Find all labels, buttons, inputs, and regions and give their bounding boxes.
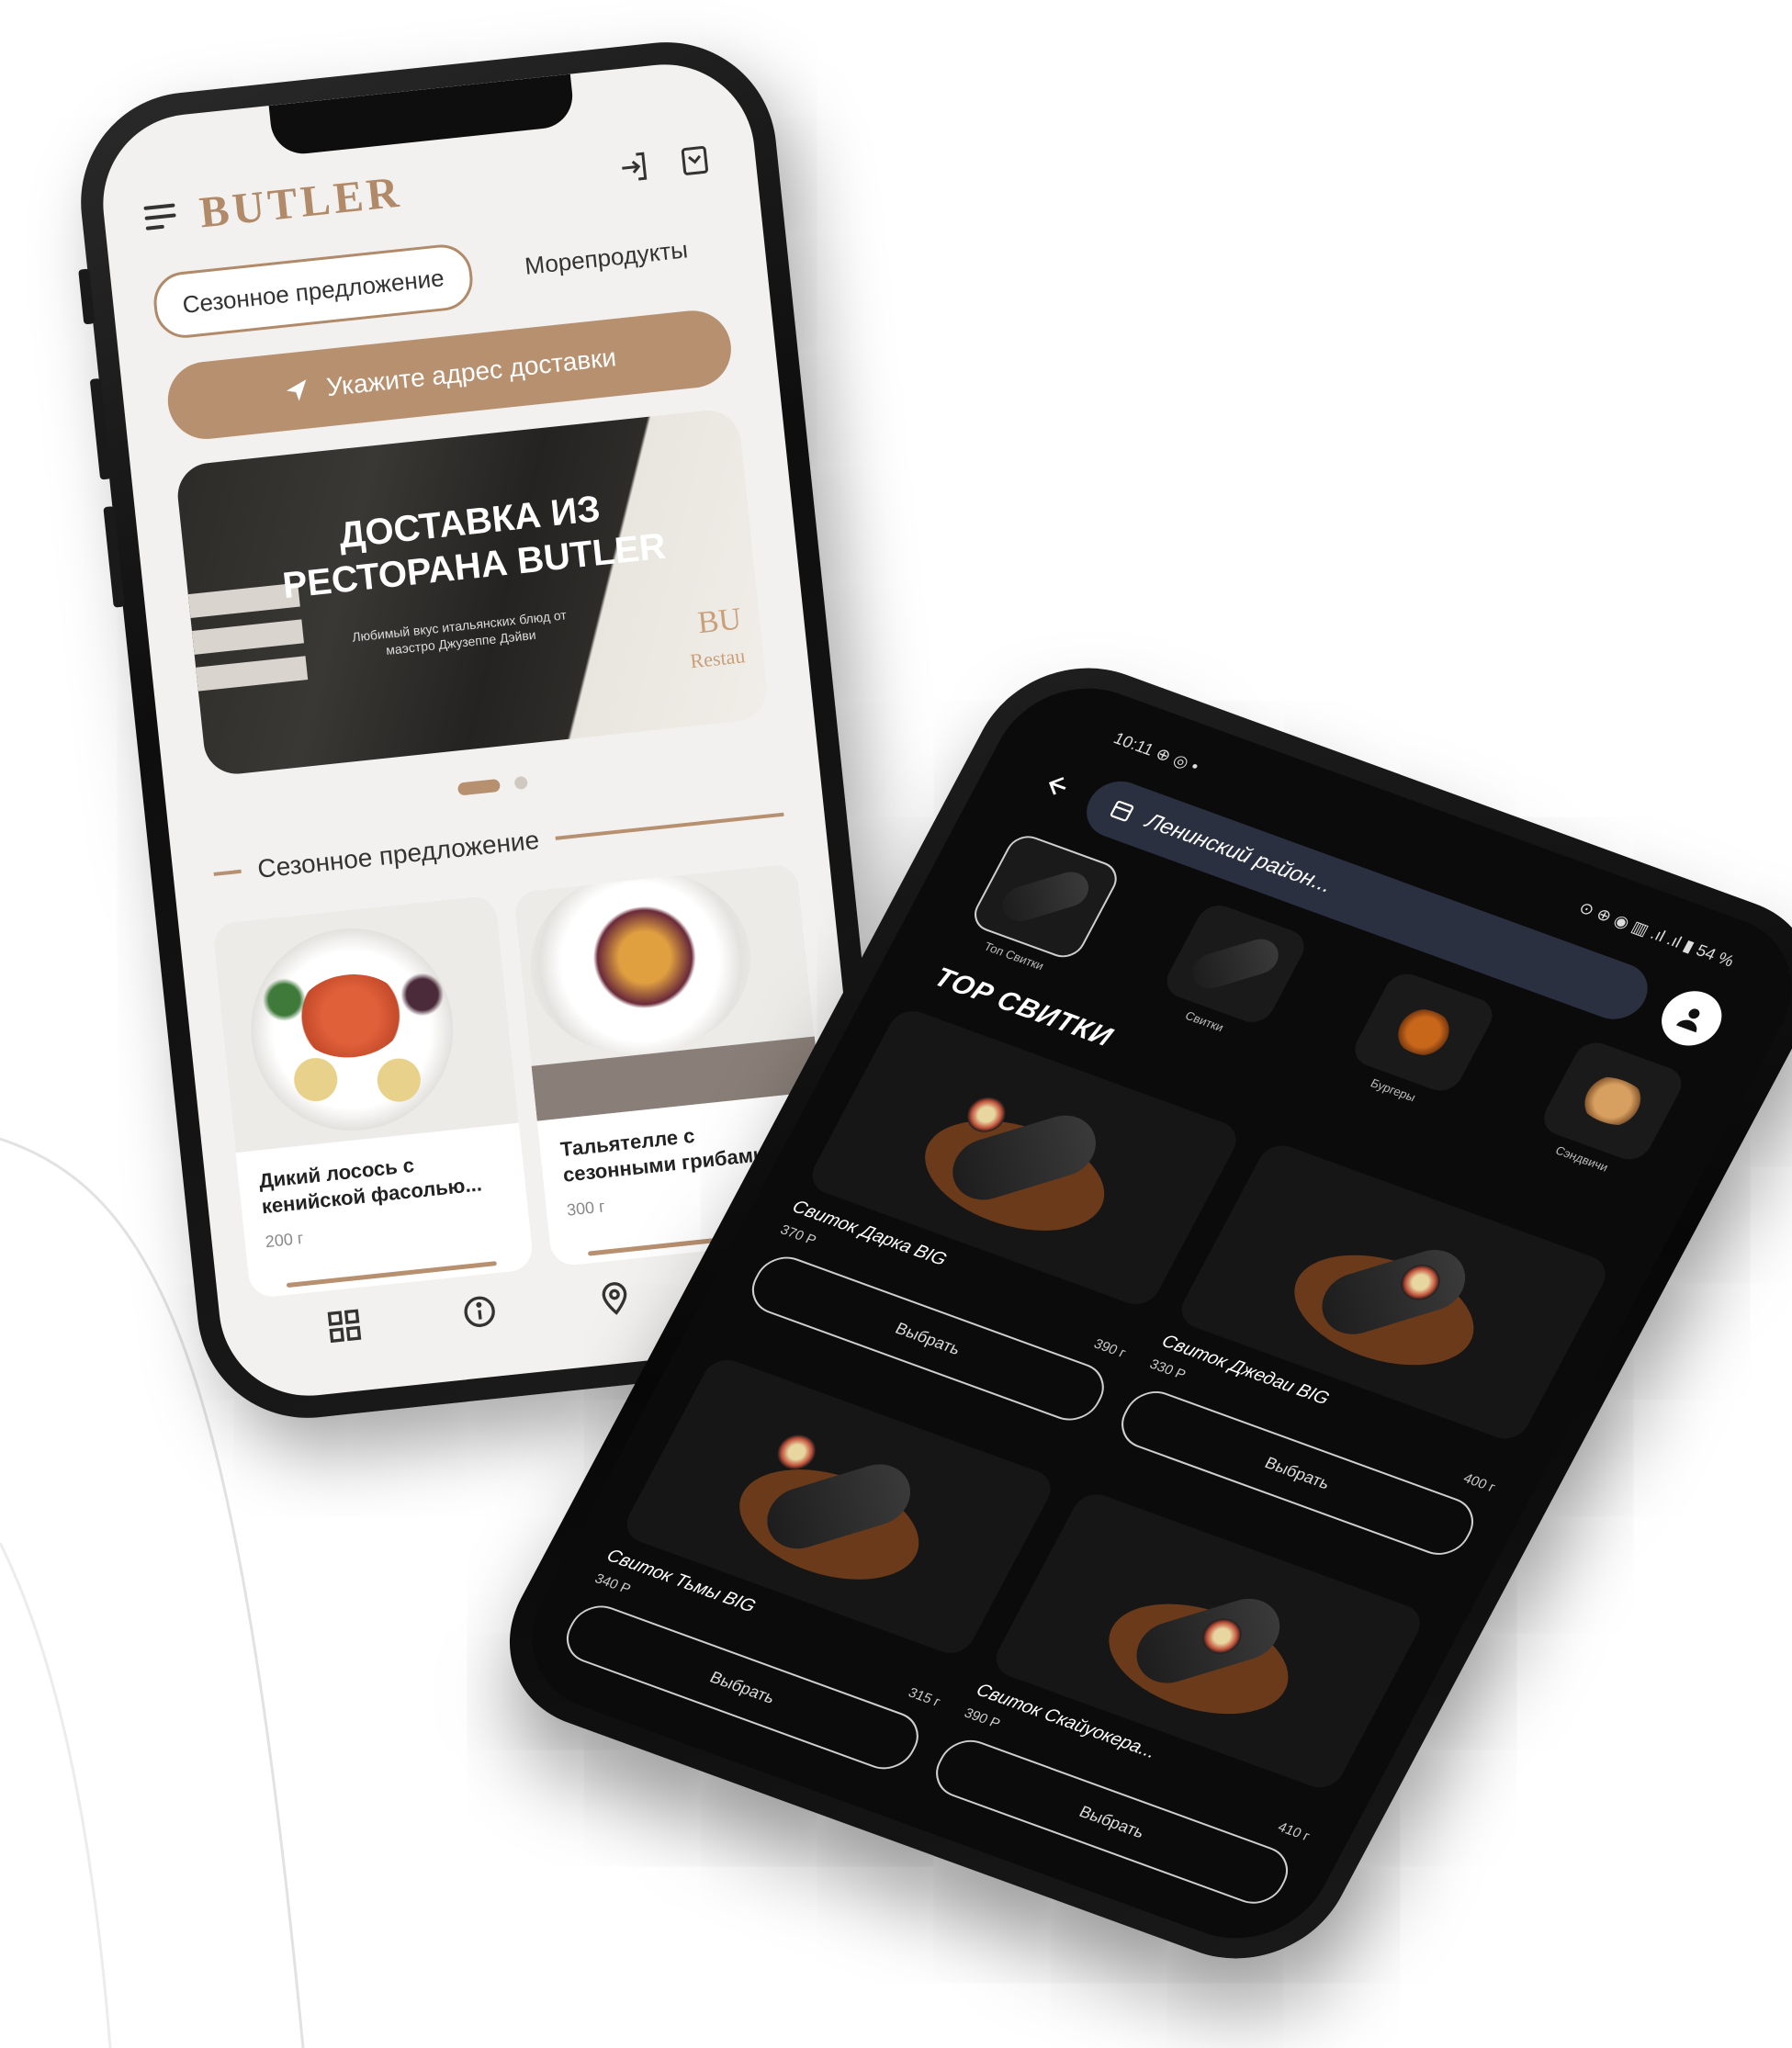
- banner-logo: BU Restau: [684, 602, 747, 681]
- banner-logo-sub: Restau: [689, 644, 747, 673]
- product-weight: 390 г: [1090, 1335, 1129, 1361]
- banner-logo-text: BU: [695, 602, 743, 641]
- product-weight: 315 г: [906, 1684, 943, 1710]
- address-button-label: Укажите адрес доставки: [324, 343, 618, 402]
- delivery-icon: [1110, 801, 1134, 822]
- location-pin-icon[interactable]: [594, 1277, 635, 1322]
- divider: [555, 812, 784, 840]
- category-item[interactable]: Сэндвичи: [1512, 1032, 1701, 1191]
- product-weight: 400 г: [1460, 1470, 1498, 1496]
- login-icon[interactable]: [613, 145, 657, 189]
- product-weight: 200 г: [264, 1228, 305, 1252]
- banner-decor: [196, 656, 309, 692]
- product-price: 390 Р: [961, 1705, 1003, 1732]
- product-price: 340 Р: [592, 1570, 634, 1598]
- product-weight: 410 г: [1275, 1819, 1313, 1845]
- banner-decor: [191, 619, 305, 655]
- product-weight: 300 г: [566, 1197, 606, 1220]
- menu-grid-icon[interactable]: [324, 1305, 365, 1350]
- menu-icon[interactable]: [143, 203, 177, 231]
- table-surface: [531, 1036, 821, 1121]
- banner-subtitle: Любимый вкус итальянских блюд от маэстро…: [351, 607, 568, 658]
- carousel-dot-active[interactable]: [456, 778, 502, 796]
- category-item[interactable]: Свитки: [1134, 895, 1324, 1054]
- info-icon[interactable]: [459, 1291, 500, 1336]
- back-arrow-icon[interactable]: [1031, 765, 1077, 807]
- product-price: 330 Р: [1146, 1356, 1189, 1383]
- product-price: 370 Р: [777, 1221, 819, 1249]
- carousel-dot[interactable]: [513, 775, 528, 791]
- profile-avatar[interactable]: [1651, 983, 1732, 1054]
- product-image: [513, 862, 821, 1121]
- category-item[interactable]: Топ Свитки: [946, 827, 1135, 985]
- divider: [213, 869, 242, 876]
- banner-title: ДОСТАВКА ИЗ РЕСТОРАНА BUTLER: [280, 488, 668, 607]
- logo[interactable]: BUTLER: [197, 166, 405, 238]
- promo-banner[interactable]: ДОСТАВКА ИЗ РЕСТОРАНА BUTLER Любимый вку…: [175, 407, 771, 778]
- section-title: Сезонное предложение: [255, 825, 541, 883]
- product-image: [211, 895, 519, 1153]
- cart-icon[interactable]: [672, 139, 716, 183]
- category-item[interactable]: Бургеры: [1324, 963, 1513, 1122]
- phone-notch: [268, 73, 576, 157]
- user-icon: [1676, 1008, 1700, 1033]
- navigation-arrow-icon: [286, 379, 306, 401]
- status-left: 10:11 ⊕ ◎ •: [1110, 728, 1202, 776]
- tab-seafood[interactable]: Морепродукты: [496, 217, 716, 299]
- tab-seasonal[interactable]: Сезонное предложение: [151, 242, 476, 342]
- address-text: Ленинский район...: [1141, 808, 1337, 898]
- product-card[interactable]: Дикий лосось с кенийской фасолью... 200 …: [211, 895, 535, 1300]
- phone-side-button: [78, 268, 96, 325]
- phone-side-button: [89, 377, 112, 480]
- phone-side-button: [103, 506, 125, 608]
- product-name: Дикий лосось с кенийской фасолью...: [257, 1153, 483, 1219]
